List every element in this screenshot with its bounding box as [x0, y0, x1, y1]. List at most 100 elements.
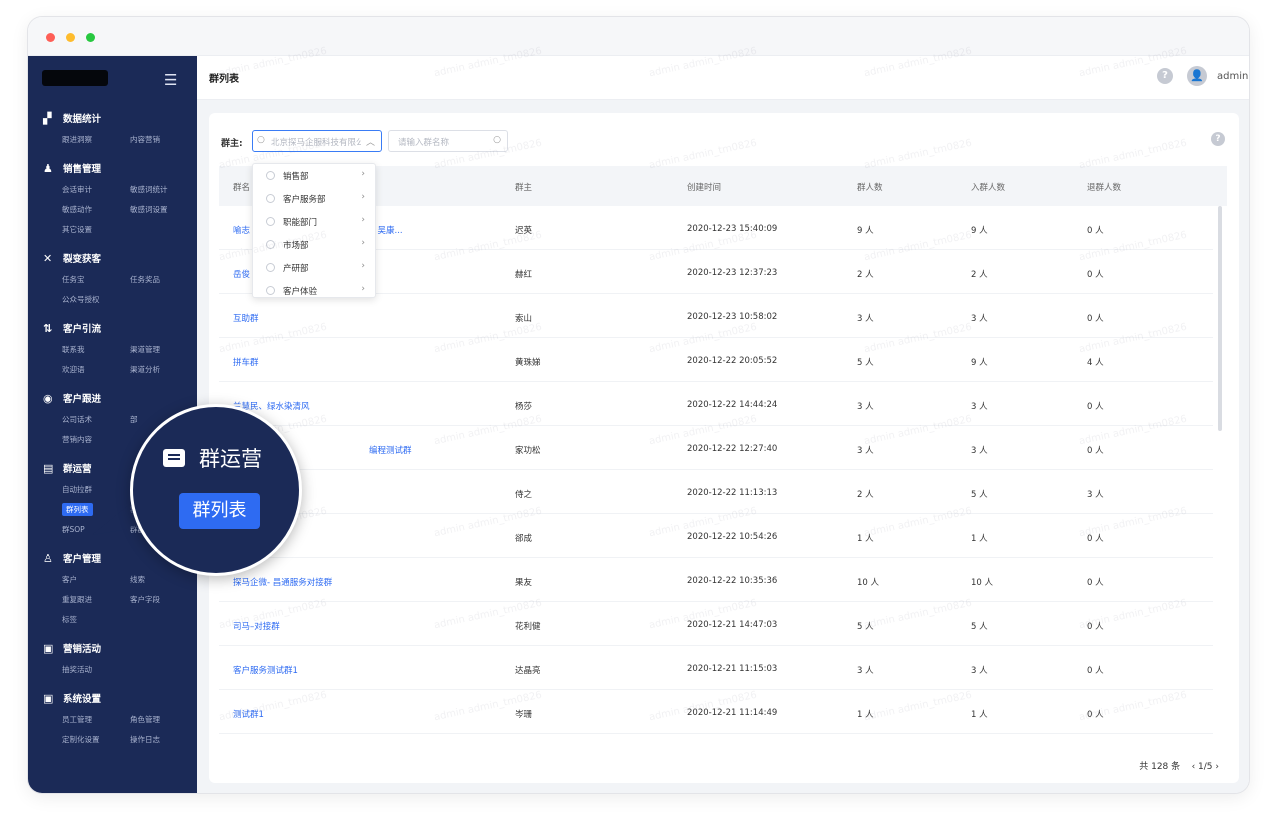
help-icon[interactable]: ? [1157, 68, 1173, 84]
table-row[interactable]: 郤成 2020-12-22 10:54:26 1 人 1 人 0 人 [219, 514, 1213, 558]
sidebar-group-title: 销售管理 [63, 164, 102, 175]
sidebar-item[interactable]: 联系我 [62, 340, 130, 360]
dropdown-option[interactable]: 职能部门 › [253, 210, 375, 233]
radio-icon[interactable] [266, 286, 275, 295]
member-count-cell: 2 人 [857, 270, 874, 280]
table-row[interactable]: 互助群 索山 2020-12-23 10:58:02 3 人 3 人 0 人 [219, 294, 1213, 338]
sidebar-item-label: 重复跟进 [62, 595, 92, 604]
table-row[interactable]: 编程测试群 家功松 2020-12-22 12:27:40 3 人 3 人 0 人 [219, 426, 1213, 470]
group-name-cell[interactable]: 拼车群 [233, 356, 259, 368]
avatar[interactable]: 👤 [1187, 66, 1207, 86]
sidebar-item[interactable]: 欢迎语 [62, 360, 130, 380]
help-icon[interactable]: ? [1211, 132, 1225, 146]
chat-icon: ▤ [43, 461, 54, 475]
minimize-window-button[interactable] [66, 33, 75, 42]
gift-icon: ▣ [43, 691, 54, 705]
menu-fold-icon[interactable]: ☰ [164, 71, 177, 89]
sidebar-group-title: 客户管理 [63, 554, 102, 565]
sidebar-group-header[interactable]: ◉ 客户跟进 [28, 386, 197, 410]
joined-count-cell: 1 人 [971, 534, 988, 544]
table-row[interactable]: 侍之 2020-12-22 11:13:13 2 人 5 人 3 人 [219, 470, 1213, 514]
group-name-cell[interactable]: 客户服务测试群1 [233, 664, 298, 676]
sidebar-item[interactable]: 敏感词设置 [130, 200, 197, 220]
table-row[interactable]: 客户服务测试群1 达晶亮 2020-12-21 11:15:03 3 人 3 人 0 人 [219, 646, 1213, 690]
owner-select[interactable]: ○ 北京探马企服科技有限公司 ︿ [252, 130, 382, 152]
users-icon: ♙ [43, 551, 53, 565]
page-indicator[interactable]: ‹ 1/5 › [1192, 762, 1219, 772]
sidebar-group-header[interactable]: ▞ 数据统计 [28, 106, 197, 130]
group-name-cell-overflow[interactable]: 编程测试群 [369, 444, 412, 456]
sidebar-item-label: 会话审计 [62, 185, 92, 194]
sidebar-item[interactable]: 跟进洞察 [62, 130, 130, 150]
sidebar-item-label: 渠道分析 [130, 365, 160, 374]
radio-icon[interactable] [266, 240, 275, 249]
left-count-cell: 0 人 [1087, 226, 1104, 236]
sidebar-item[interactable]: 角色管理 [130, 710, 197, 730]
member-count-cell: 1 人 [857, 710, 874, 720]
sidebar-group-header[interactable]: ⇅ 客户引流 [28, 316, 197, 340]
group-name-cell[interactable]: 司马–对接群 [233, 620, 280, 632]
sidebar-group-header[interactable]: ✕ 裂变获客 [28, 246, 197, 270]
dropdown-option[interactable]: 客户体验 › [253, 279, 375, 297]
table-row[interactable]: 拼车群 黄珠娣 2020-12-22 20:05:52 5 人 9 人 4 人 [219, 338, 1213, 382]
dropdown-option[interactable]: 市场部 › [253, 233, 375, 256]
sidebar-item[interactable]: 公司话术 [62, 410, 130, 430]
radio-icon[interactable] [266, 217, 275, 226]
group-name-cell[interactable]: 探马企微- 昌通服务对接群 [233, 576, 332, 588]
radio-icon[interactable] [266, 194, 275, 203]
close-window-button[interactable] [46, 33, 55, 42]
group-name-cell[interactable]: 测试群1 [233, 708, 264, 720]
sidebar-item[interactable]: 员工管理 [62, 710, 130, 730]
sidebar-item[interactable]: 标签 [62, 610, 130, 630]
sidebar-item[interactable]: 抽奖活动 [62, 660, 130, 680]
sidebar-item[interactable]: 渠道分析 [130, 360, 197, 380]
sidebar-item[interactable]: 其它设置 [62, 220, 130, 240]
table-row[interactable]: 兰慧民、绿水染清风 杨莎 2020-12-22 14:44:24 3 人3 人0 人 [219, 382, 1213, 426]
dropdown-option[interactable]: 客户服务部 › [253, 187, 375, 210]
sidebar-item[interactable]: 渠道管理 [130, 340, 197, 360]
sidebar-item[interactable]: 任务宝 [62, 270, 130, 290]
dropdown-option[interactable]: 产研部 › [253, 256, 375, 279]
group-name-input[interactable]: 请输入群名称 ○ [388, 130, 508, 152]
radio-icon[interactable] [266, 263, 275, 272]
group-name-cell[interactable]: 互助群 [233, 312, 259, 324]
table-scrollbar[interactable] [1218, 206, 1222, 431]
sidebar-group-header[interactable]: ▣ 系统设置 [28, 686, 197, 710]
chevron-right-icon: › [361, 261, 365, 271]
group-name-cell[interactable]: 喻志 [233, 224, 250, 236]
table-row[interactable]: 探马企微- 昌通服务对接群 果友 2020-12-22 10:35:36 10 人 10… [219, 558, 1213, 602]
table-row[interactable]: 司马–对接群 花利健 2020-12-21 14:47:03 5 人 5 人 0 人 [219, 602, 1213, 646]
sidebar-group-title: 数据统计 [63, 114, 102, 125]
radio-icon[interactable] [266, 171, 275, 180]
sidebar-item[interactable]: 操作日志 [130, 730, 197, 750]
sidebar-item[interactable]: 公众号授权 [62, 290, 130, 310]
sidebar-group-title: 系统设置 [63, 694, 102, 705]
group-name-cell[interactable]: 岳俊 [233, 268, 250, 280]
sidebar-item-label: 抽奖活动 [62, 665, 92, 674]
username[interactable]: admin [1217, 71, 1248, 82]
sidebar-item[interactable]: 内容营销 [130, 130, 197, 150]
maximize-window-button[interactable] [86, 33, 95, 42]
sidebar-group-header[interactable]: ▣ 营销活动 [28, 636, 197, 660]
created-time-cell: 2020-12-23 10:58:02 [687, 312, 778, 322]
left-count-cell: 4 人 [1087, 358, 1104, 368]
column-header-created: 创建时间 [687, 183, 722, 193]
table-row[interactable]: 测试群1 岑珊 2020-12-21 11:14:49 1 人 1 人 0 人 [219, 690, 1213, 734]
sidebar-item[interactable]: 客户 [62, 570, 130, 590]
sidebar-item[interactable]: 定制化设置 [62, 730, 130, 750]
sidebar-item[interactable]: 重复跟进 [62, 590, 130, 610]
owner-cell: 迟英 [515, 226, 533, 236]
member-count-cell: 2 人 [857, 490, 874, 500]
sidebar-item[interactable]: 会话审计 [62, 180, 130, 200]
sidebar-item[interactable]: 营销内容 [62, 430, 130, 450]
member-count-cell: 1 人 [857, 534, 874, 544]
sidebar-item[interactable]: 客户字段 [130, 590, 197, 610]
sidebar-group-header[interactable]: ♟ 销售管理 [28, 156, 197, 180]
sidebar-item[interactable]: 敏感词统计 [130, 180, 197, 200]
sidebar-item[interactable]: 线索 [130, 570, 197, 590]
search-icon[interactable]: ○ [493, 135, 501, 145]
sidebar-item[interactable]: 敏感动作 [62, 200, 130, 220]
dropdown-option[interactable]: 销售部 › [253, 164, 375, 187]
sidebar-item[interactable]: 任务奖品 [130, 270, 197, 290]
created-time-cell: 2020-12-22 12:27:40 [687, 444, 778, 454]
